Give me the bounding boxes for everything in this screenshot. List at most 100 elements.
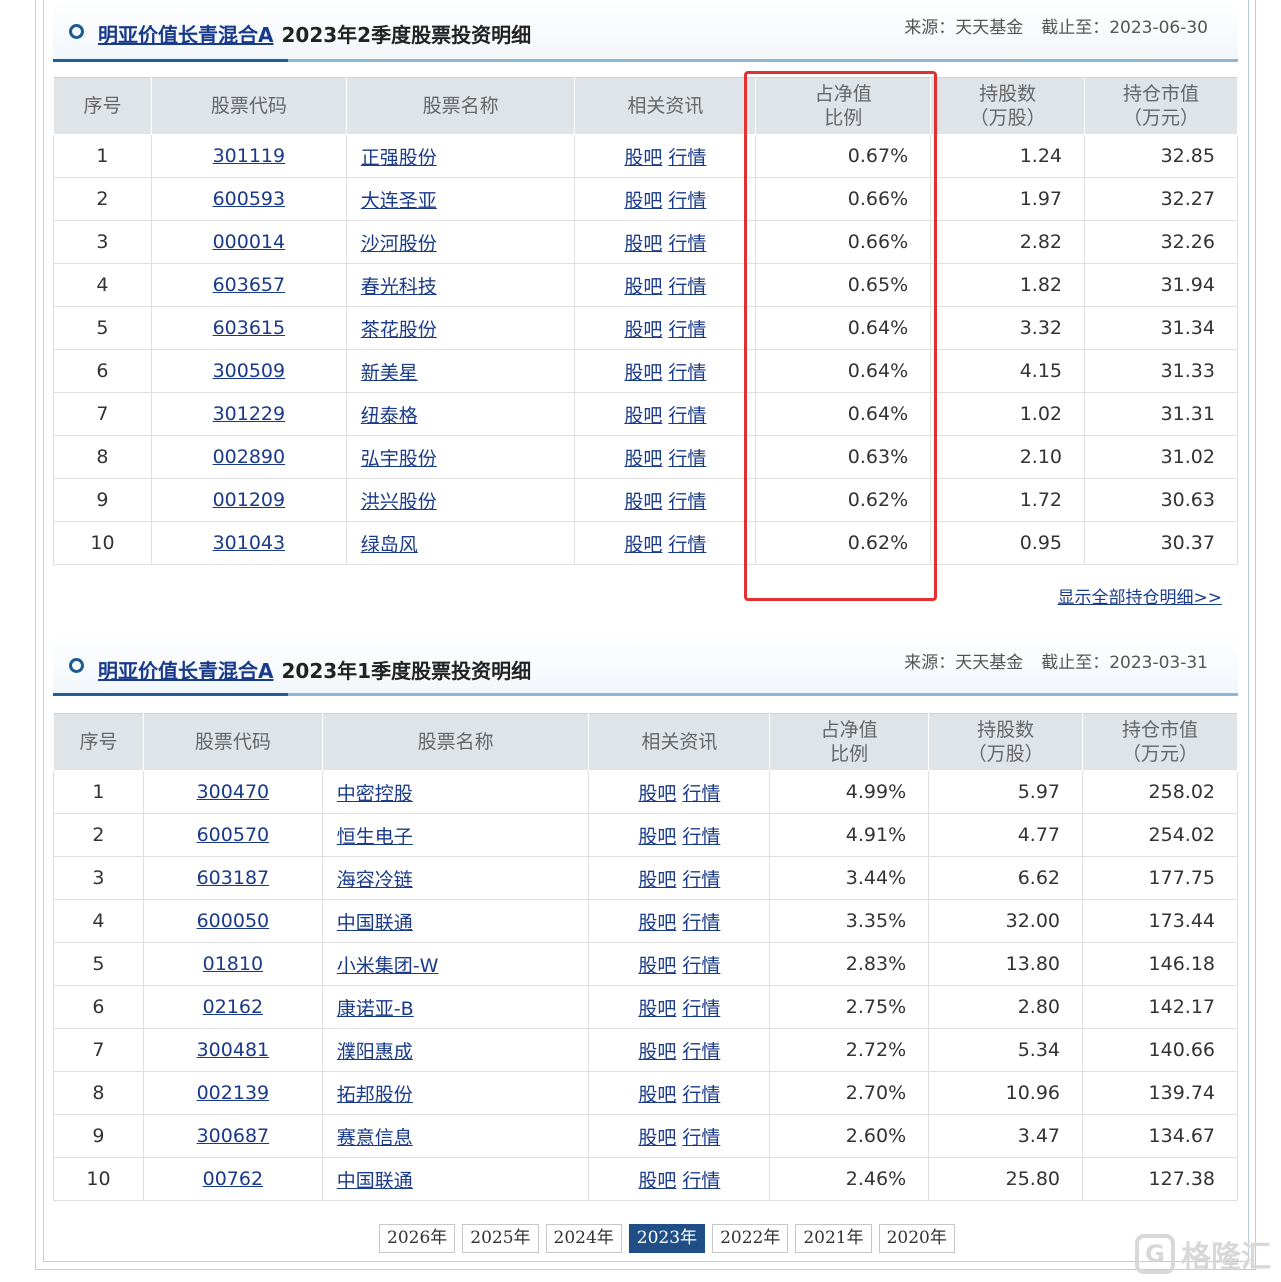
fund-name-link[interactable]: 明亚价值长青混合A (98, 659, 273, 683)
guba-link[interactable]: 股吧 (624, 147, 662, 169)
quote-link[interactable]: 行情 (668, 276, 706, 298)
stock-code-link[interactable]: 301229 (213, 403, 286, 425)
guba-link[interactable]: 股吧 (638, 869, 676, 891)
cell-code: 600570 (142, 813, 323, 857)
year-button[interactable]: 2026年 (379, 1224, 456, 1253)
year-button[interactable]: 2020年 (878, 1224, 955, 1253)
guba-link[interactable]: 股吧 (624, 190, 662, 212)
guba-link[interactable]: 股吧 (624, 362, 662, 384)
show-all-holdings-link[interactable]: 显示全部持仓明细>> (1058, 583, 1223, 608)
stock-name-link[interactable]: 康诺亚-B (337, 998, 414, 1020)
stock-name-link[interactable]: 春光科技 (361, 276, 437, 298)
stock-code-link[interactable]: 000014 (213, 231, 286, 253)
quote-link[interactable]: 行情 (682, 1041, 720, 1063)
stock-code-link[interactable]: 00762 (203, 1168, 263, 1190)
stock-code-link[interactable]: 301043 (213, 532, 286, 554)
guba-link[interactable]: 股吧 (624, 491, 662, 513)
guba-link[interactable]: 股吧 (638, 955, 676, 977)
stock-name-link[interactable]: 正强股份 (361, 147, 437, 169)
guba-link[interactable]: 股吧 (624, 319, 662, 341)
quote-link[interactable]: 行情 (682, 869, 720, 891)
stock-code-link[interactable]: 603615 (213, 317, 286, 339)
stock-code-link[interactable]: 300509 (213, 360, 286, 382)
quote-link[interactable]: 行情 (682, 998, 720, 1020)
quote-link[interactable]: 行情 (668, 405, 706, 427)
guba-link[interactable]: 股吧 (638, 1041, 676, 1063)
stock-code-link[interactable]: 603187 (197, 867, 270, 889)
stock-code-link[interactable]: 002890 (213, 446, 286, 468)
stock-code-link[interactable]: 001209 (213, 489, 286, 511)
quote-link[interactable]: 行情 (682, 912, 720, 934)
guba-link[interactable]: 股吧 (624, 233, 662, 255)
stock-code-link[interactable]: 300470 (197, 781, 270, 803)
stock-name-link[interactable]: 中国联通 (337, 912, 413, 934)
guba-link[interactable]: 股吧 (638, 783, 676, 805)
stock-name-link[interactable]: 恒生电子 (337, 826, 413, 848)
guba-link[interactable]: 股吧 (638, 1170, 676, 1192)
stock-code-link[interactable]: 301119 (213, 145, 286, 167)
stock-code-link[interactable]: 300687 (197, 1125, 270, 1147)
stock-name-link[interactable]: 绿岛风 (361, 534, 418, 556)
quote-link[interactable]: 行情 (682, 783, 720, 805)
cell-name: 海容冷链 (321, 856, 590, 900)
cell-pct: 2.60% (769, 1114, 930, 1158)
stock-code-link[interactable]: 600570 (197, 824, 270, 846)
quote-link[interactable]: 行情 (668, 147, 706, 169)
quote-link[interactable]: 行情 (682, 1170, 720, 1192)
quote-link[interactable]: 行情 (668, 362, 706, 384)
cell-seq: 4 (53, 263, 152, 307)
cell-pct: 2.70% (769, 1071, 930, 1115)
stock-code-link[interactable]: 600050 (197, 910, 270, 932)
stock-code-link[interactable]: 002139 (197, 1082, 270, 1104)
year-button[interactable]: 2021年 (795, 1224, 872, 1253)
guba-link[interactable]: 股吧 (638, 998, 676, 1020)
quote-link[interactable]: 行情 (682, 826, 720, 848)
watermark: G 格隆汇 (1135, 1232, 1271, 1276)
guba-link[interactable]: 股吧 (638, 826, 676, 848)
quote-link[interactable]: 行情 (668, 448, 706, 470)
stock-name-link[interactable]: 弘宇股份 (361, 448, 437, 470)
quote-link[interactable]: 行情 (668, 491, 706, 513)
stock-code-link[interactable]: 02162 (203, 996, 263, 1018)
guba-link[interactable]: 股吧 (638, 1127, 676, 1149)
stock-code-link[interactable]: 300481 (197, 1039, 270, 1061)
guba-link[interactable]: 股吧 (638, 912, 676, 934)
quote-link[interactable]: 行情 (668, 233, 706, 255)
fund-name-link[interactable]: 明亚价值长青混合A (98, 23, 273, 47)
stock-name-link[interactable]: 中国联通 (337, 1170, 413, 1192)
cell-seq: 8 (53, 435, 152, 479)
year-button[interactable]: 2022年 (712, 1224, 789, 1253)
stock-name-link[interactable]: 中密控股 (337, 783, 413, 805)
quote-link[interactable]: 行情 (668, 534, 706, 556)
cell-seq: 5 (53, 942, 144, 986)
stock-name-link[interactable]: 赛意信息 (337, 1127, 413, 1149)
quote-link[interactable]: 行情 (668, 319, 706, 341)
year-button[interactable]: 2025年 (462, 1224, 539, 1253)
stock-name-link[interactable]: 沙河股份 (361, 233, 437, 255)
guba-link[interactable]: 股吧 (624, 448, 662, 470)
guba-link[interactable]: 股吧 (624, 405, 662, 427)
stock-name-link[interactable]: 洪兴股份 (361, 491, 437, 513)
stock-code-link[interactable]: 01810 (203, 953, 263, 975)
stock-name-link[interactable]: 新美星 (361, 362, 418, 384)
quote-link[interactable]: 行情 (668, 190, 706, 212)
stock-code-link[interactable]: 603657 (213, 274, 286, 296)
stock-name-link[interactable]: 海容冷链 (337, 869, 413, 891)
cell-pct: 2.75% (769, 985, 930, 1029)
stock-name-link[interactable]: 纽泰格 (361, 405, 418, 427)
stock-code-link[interactable]: 600593 (213, 188, 286, 210)
year-button[interactable]: 2024年 (545, 1224, 622, 1253)
year-button[interactable]: 2023年 (628, 1224, 706, 1253)
guba-link[interactable]: 股吧 (638, 1084, 676, 1106)
stock-name-link[interactable]: 濮阳惠成 (337, 1041, 413, 1063)
stock-name-link[interactable]: 茶花股份 (361, 319, 437, 341)
stock-name-link[interactable]: 大连圣亚 (361, 190, 437, 212)
guba-link[interactable]: 股吧 (624, 534, 662, 556)
stock-name-link[interactable]: 小米集团-W (337, 955, 439, 977)
cell-name: 中国联通 (321, 1157, 590, 1201)
quote-link[interactable]: 行情 (682, 1084, 720, 1106)
quote-link[interactable]: 行情 (682, 955, 720, 977)
guba-link[interactable]: 股吧 (624, 276, 662, 298)
stock-name-link[interactable]: 拓邦股份 (337, 1084, 413, 1106)
quote-link[interactable]: 行情 (682, 1127, 720, 1149)
